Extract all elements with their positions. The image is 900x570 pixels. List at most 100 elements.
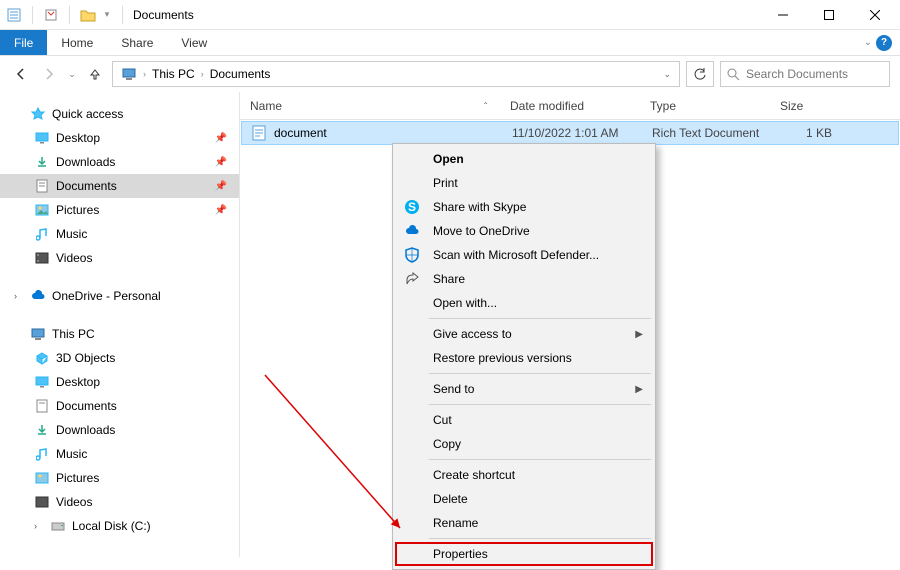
tab-home[interactable]: Home bbox=[47, 30, 107, 55]
share-icon bbox=[403, 270, 421, 288]
qat-dropdown-icon[interactable]: ▾ bbox=[102, 7, 112, 23]
pin-icon: 📌 bbox=[215, 181, 227, 192]
onedrive-header[interactable]: › OneDrive - Personal bbox=[0, 284, 239, 308]
sidebar-item-music-pc[interactable]: Music bbox=[0, 442, 239, 466]
qat-properties-icon[interactable] bbox=[43, 7, 59, 23]
maximize-button[interactable] bbox=[806, 0, 852, 30]
sidebar-item-documents[interactable]: Documents 📌 bbox=[0, 174, 239, 198]
menu-open-with[interactable]: Open with... bbox=[395, 291, 653, 315]
help-icon[interactable]: ? bbox=[876, 35, 892, 51]
music-icon bbox=[34, 446, 50, 462]
chevron-right-icon[interactable]: › bbox=[201, 69, 204, 79]
cube-icon bbox=[34, 350, 50, 366]
column-size[interactable]: Size bbox=[770, 99, 840, 113]
pictures-icon bbox=[34, 202, 50, 218]
minimize-button[interactable] bbox=[760, 0, 806, 30]
submenu-arrow-icon: ▶ bbox=[635, 384, 643, 395]
skype-icon: S bbox=[403, 198, 421, 216]
menu-give-access[interactable]: Give access to▶ bbox=[395, 322, 653, 346]
menu-cut[interactable]: Cut bbox=[395, 408, 653, 432]
sort-indicator-icon: ⌃ bbox=[482, 101, 489, 110]
column-name[interactable]: Name⌃ bbox=[240, 99, 500, 113]
disk-icon bbox=[50, 518, 66, 534]
context-menu: Open Print S Share with Skype Move to On… bbox=[392, 143, 656, 570]
address-bar[interactable]: › This PC › Documents ⌄ bbox=[112, 61, 680, 87]
sidebar-item-desktop[interactable]: Desktop 📌 bbox=[0, 126, 239, 150]
submenu-arrow-icon: ▶ bbox=[635, 329, 643, 340]
sidebar-item-pictures[interactable]: Pictures 📌 bbox=[0, 198, 239, 222]
ribbon-expand-icon[interactable]: ⌄ bbox=[864, 37, 872, 48]
tab-view[interactable]: View bbox=[167, 30, 221, 55]
recent-dropdown-icon[interactable]: ⌄ bbox=[66, 63, 78, 85]
downloads-icon bbox=[34, 422, 50, 438]
sidebar-item-local-disk[interactable]: › Local Disk (C:) bbox=[0, 514, 239, 538]
sidebar-item-desktop-pc[interactable]: Desktop bbox=[0, 370, 239, 394]
quick-access-header[interactable]: Quick access bbox=[0, 102, 239, 126]
menu-skype[interactable]: S Share with Skype bbox=[395, 195, 653, 219]
address-dropdown-icon[interactable]: ⌄ bbox=[663, 69, 671, 80]
tab-share[interactable]: Share bbox=[107, 30, 167, 55]
file-modified: 11/10/2022 1:01 AM bbox=[502, 126, 642, 140]
file-row[interactable]: document 11/10/2022 1:01 AM Rich Text Do… bbox=[241, 121, 899, 145]
menu-print[interactable]: Print bbox=[395, 171, 653, 195]
chevron-right-icon: › bbox=[14, 291, 24, 301]
tab-file[interactable]: File bbox=[0, 30, 47, 55]
menu-shortcut[interactable]: Create shortcut bbox=[395, 463, 653, 487]
chevron-right-icon: › bbox=[34, 521, 44, 531]
menu-copy[interactable]: Copy bbox=[395, 432, 653, 456]
shield-icon bbox=[403, 246, 421, 264]
sidebar-item-downloads[interactable]: Downloads 📌 bbox=[0, 150, 239, 174]
music-icon bbox=[34, 226, 50, 242]
breadcrumb-folder[interactable]: Documents bbox=[206, 65, 275, 83]
sidebar-item-videos[interactable]: Videos bbox=[0, 246, 239, 270]
window-title: Documents bbox=[133, 8, 194, 22]
file-type: Rich Text Document bbox=[642, 126, 772, 140]
sidebar-item-music[interactable]: Music bbox=[0, 222, 239, 246]
search-icon bbox=[727, 68, 740, 81]
menu-send-to[interactable]: Send to▶ bbox=[395, 377, 653, 401]
network-header[interactable]: › Network bbox=[0, 552, 239, 557]
menu-properties[interactable]: Properties bbox=[395, 542, 653, 566]
up-button[interactable] bbox=[84, 63, 106, 85]
folder-icon bbox=[80, 7, 96, 23]
sidebar-item-videos-pc[interactable]: Videos bbox=[0, 490, 239, 514]
breadcrumb-pc[interactable]: This PC bbox=[148, 65, 199, 83]
documents-icon bbox=[34, 398, 50, 414]
column-modified[interactable]: Date modified bbox=[500, 99, 640, 113]
menu-onedrive[interactable]: Move to OneDrive bbox=[395, 219, 653, 243]
forward-button[interactable] bbox=[38, 63, 60, 85]
title-bar: ▾ Documents bbox=[0, 0, 900, 30]
menu-rename[interactable]: Rename bbox=[395, 511, 653, 535]
sidebar-item-3dobjects[interactable]: 3D Objects bbox=[0, 346, 239, 370]
ribbon-tabs: File Home Share View ⌄ ? bbox=[0, 30, 900, 56]
file-size: 1 KB bbox=[772, 126, 842, 140]
downloads-icon bbox=[34, 154, 50, 170]
sidebar-item-documents-pc[interactable]: Documents bbox=[0, 394, 239, 418]
pc-icon bbox=[30, 326, 46, 342]
sidebar-item-pictures-pc[interactable]: Pictures bbox=[0, 466, 239, 490]
cloud-icon bbox=[30, 288, 46, 304]
menu-delete[interactable]: Delete bbox=[395, 487, 653, 511]
this-pc-header[interactable]: This PC bbox=[0, 322, 239, 346]
pin-icon: 📌 bbox=[215, 157, 227, 168]
navigation-bar: ⌄ › This PC › Documents ⌄ Search Documen… bbox=[0, 56, 900, 92]
search-input[interactable]: Search Documents bbox=[720, 61, 890, 87]
column-type[interactable]: Type bbox=[640, 99, 770, 113]
menu-open[interactable]: Open bbox=[395, 147, 653, 171]
cloud-icon bbox=[403, 222, 421, 240]
chevron-right-icon[interactable]: › bbox=[143, 69, 146, 79]
desktop-icon bbox=[34, 130, 50, 146]
back-button[interactable] bbox=[10, 63, 32, 85]
close-button[interactable] bbox=[852, 0, 898, 30]
sidebar-item-downloads-pc[interactable]: Downloads bbox=[0, 418, 239, 442]
menu-restore[interactable]: Restore previous versions bbox=[395, 346, 653, 370]
menu-share[interactable]: Share bbox=[395, 267, 653, 291]
menu-defender[interactable]: Scan with Microsoft Defender... bbox=[395, 243, 653, 267]
documents-icon bbox=[34, 178, 50, 194]
refresh-button[interactable] bbox=[686, 61, 714, 87]
pin-icon: 📌 bbox=[215, 205, 227, 216]
file-name: document bbox=[274, 126, 327, 140]
videos-icon bbox=[34, 494, 50, 510]
column-headers: Name⌃ Date modified Type Size bbox=[240, 92, 900, 120]
star-icon bbox=[30, 106, 46, 122]
